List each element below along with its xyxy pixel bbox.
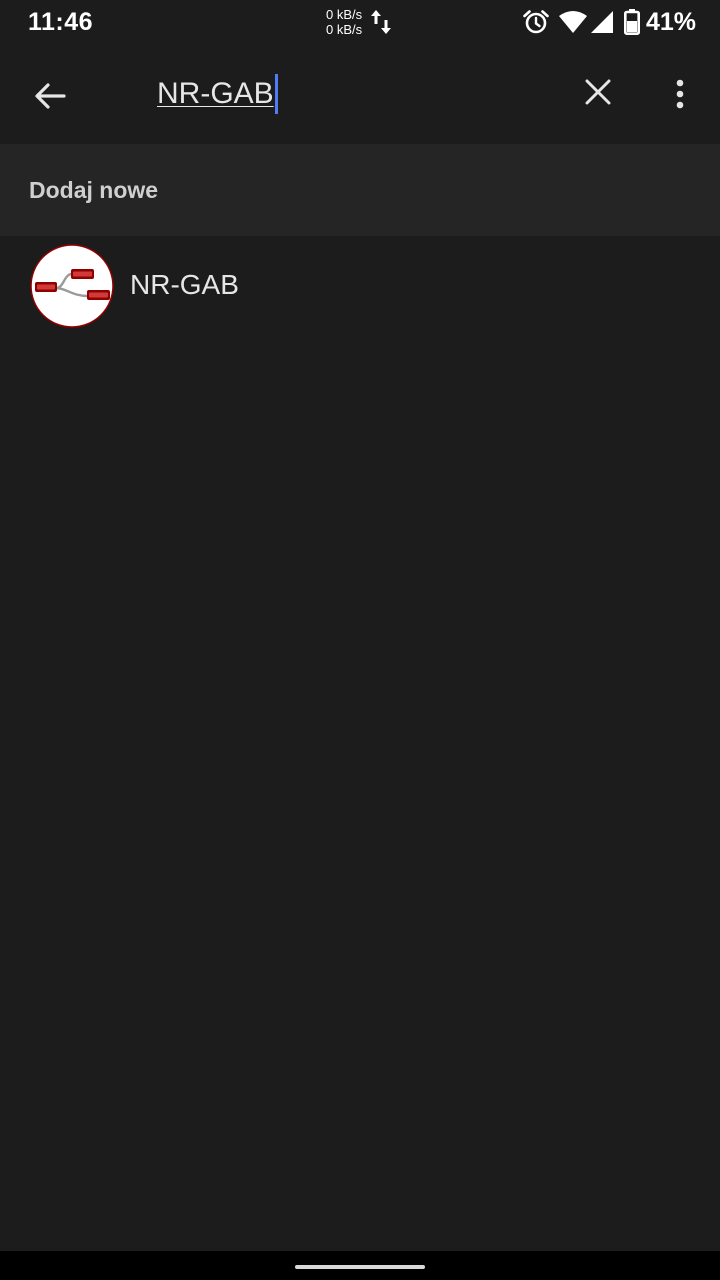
more-options-button[interactable]	[660, 68, 700, 120]
list-item-label: NR-GAB	[130, 269, 239, 300]
back-button[interactable]	[22, 68, 78, 124]
data-arrows-icon	[371, 10, 391, 34]
home-indicator[interactable]	[295, 1265, 425, 1269]
close-icon	[585, 79, 611, 105]
back-arrow-icon	[35, 83, 66, 109]
search-input-value: NR-GAB	[157, 77, 274, 110]
cell-signal-icon	[591, 11, 613, 33]
status-time: 11:46	[28, 8, 94, 36]
node-red-logo-icon	[30, 244, 114, 328]
battery-percent: 41%	[646, 8, 697, 36]
search-toolbar: NR-GAB	[0, 46, 720, 144]
upload-speed: 0 kB/s	[326, 7, 363, 22]
screen: 11:46 0 kB/s 0 kB/s 41% NR-GAB Dodaj now…	[0, 0, 720, 1280]
network-speed: 0 kB/s 0 kB/s	[326, 7, 370, 37]
search-input[interactable]: NR-GAB	[157, 72, 278, 116]
text-cursor	[274, 74, 278, 114]
wifi-icon	[559, 11, 587, 33]
download-speed: 0 kB/s	[326, 22, 363, 37]
clear-search-button[interactable]	[574, 68, 622, 116]
more-vert-icon	[676, 79, 684, 109]
alarm-icon	[523, 10, 549, 34]
navigation-bar	[0, 1251, 720, 1280]
section-header: Dodaj nowe	[0, 144, 720, 236]
status-bar: 11:46 0 kB/s 0 kB/s 41%	[0, 0, 720, 46]
section-title: Dodaj nowe	[29, 177, 159, 203]
battery-icon	[624, 9, 640, 35]
list-item[interactable]: NR-GAB	[0, 236, 720, 336]
